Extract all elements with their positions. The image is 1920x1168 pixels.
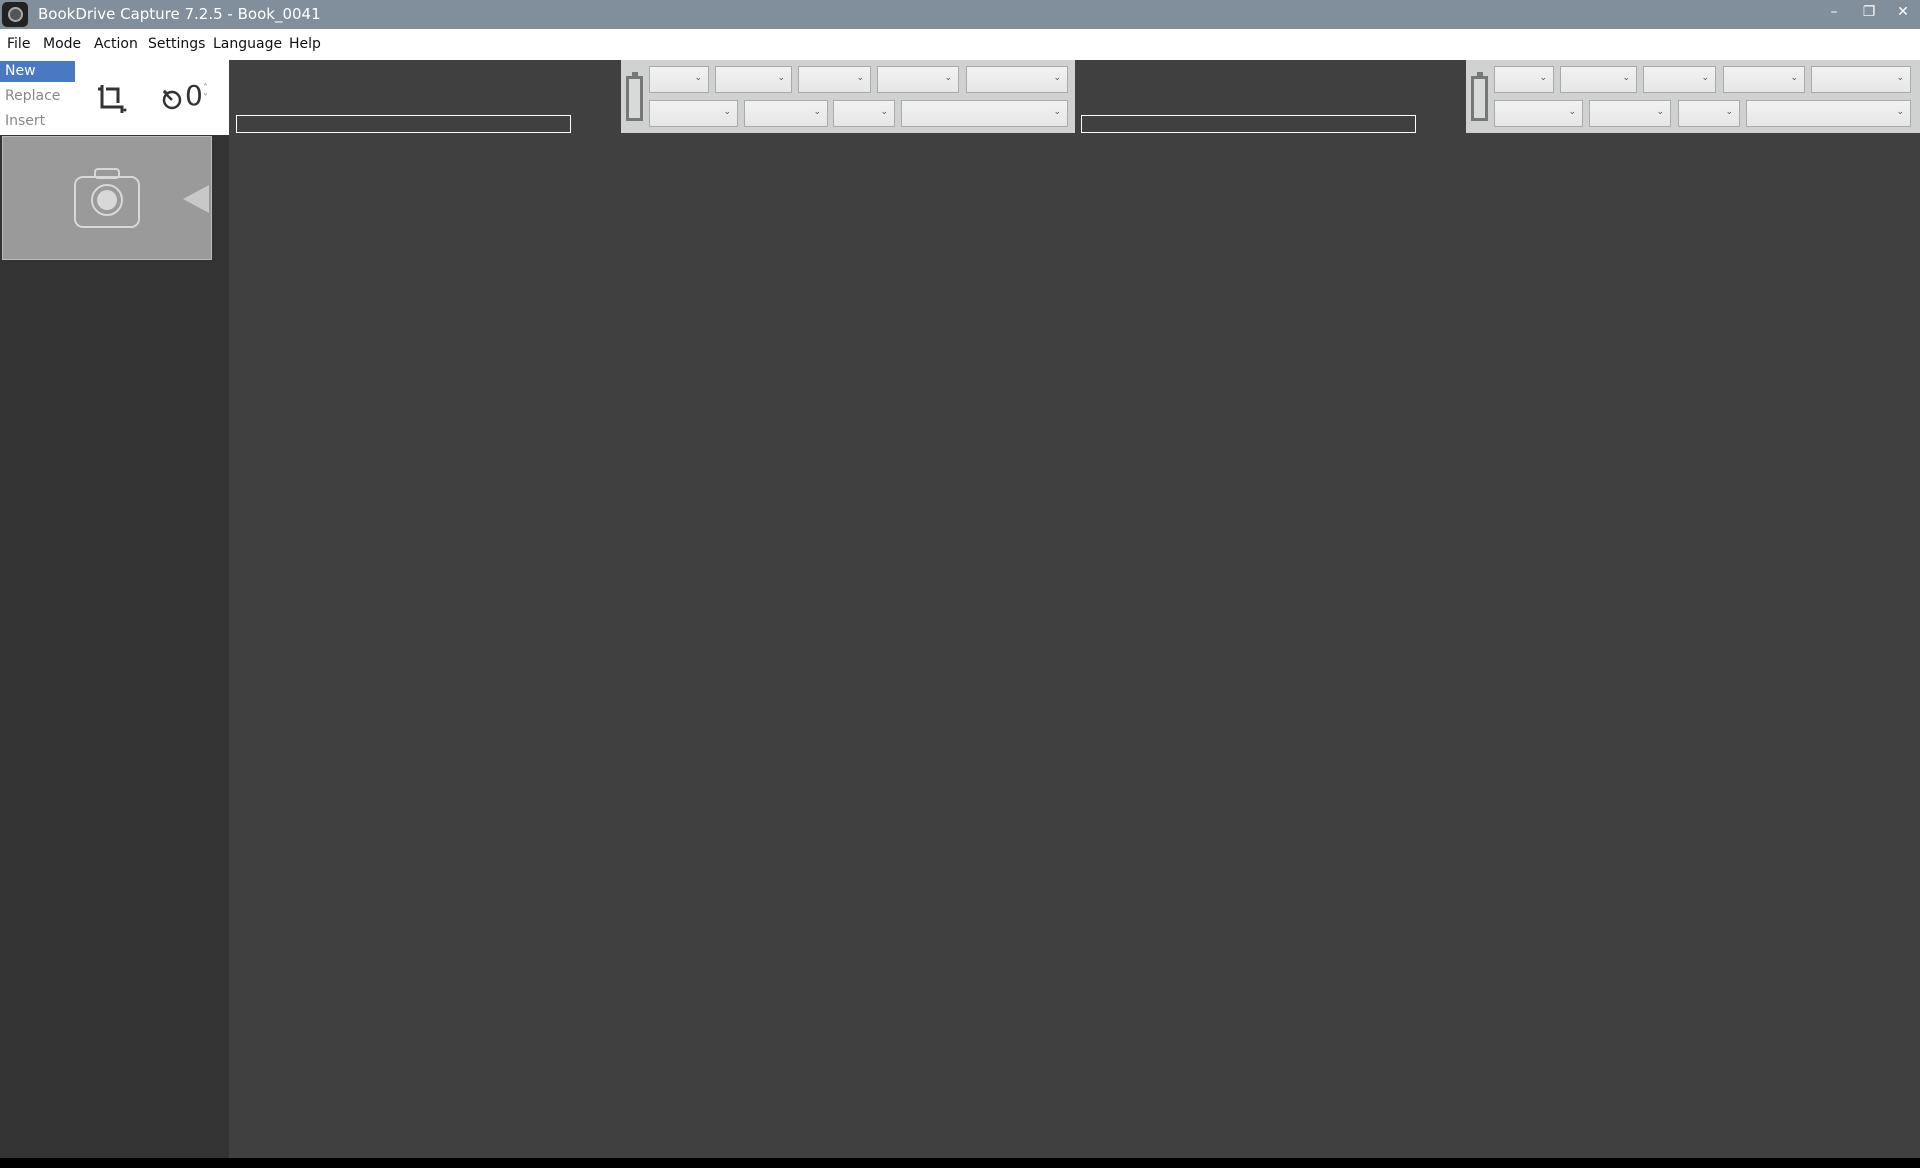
camera-setting-dropdown[interactable]: ⌄	[966, 66, 1068, 93]
chevron-down-icon: ⌄	[694, 73, 702, 83]
camera-setting-dropdown[interactable]: ⌄	[1678, 100, 1740, 127]
chevron-down-icon: ⌄	[1568, 107, 1576, 117]
chevron-down-icon: ⌄	[1539, 73, 1547, 83]
battery-icon	[1471, 72, 1488, 121]
camera-setting-dropdown[interactable]: ⌄	[1494, 66, 1554, 93]
chevron-down-icon: ⌄	[1622, 73, 1630, 83]
camera-setting-dropdown[interactable]: ⌄	[1643, 66, 1716, 93]
collapse-arrow-icon[interactable]	[181, 183, 211, 215]
chevron-down-icon: ⌄	[1053, 73, 1061, 83]
menu-action[interactable]: Action	[94, 36, 138, 52]
mode-panel: New Replace Insert 0 ˄ ˅	[0, 60, 229, 135]
camera-setting-dropdown[interactable]: ⌄	[1723, 66, 1805, 93]
camera-setting-dropdown[interactable]: ⌄	[1560, 66, 1637, 93]
mode-insert[interactable]: Insert	[0, 111, 75, 132]
camera-icon	[74, 168, 140, 228]
close-button[interactable]: ✕	[1892, 4, 1914, 20]
minimize-button[interactable]: –	[1823, 4, 1845, 20]
thumbnail-sidebar[interactable]	[0, 135, 229, 1158]
timer-stepper[interactable]: ˄ ˅	[203, 84, 208, 104]
mode-replace[interactable]: Replace	[0, 86, 75, 107]
camera-setting-dropdown[interactable]: ⌄	[901, 100, 1068, 127]
chevron-down-icon: ⌄	[1656, 107, 1664, 117]
camera-setting-dropdown[interactable]: ⌄	[1811, 66, 1911, 93]
right-camera-settings-panel: ⌄ ⌄ ⌄ ⌄ ⌄ ⌄ ⌄ ⌄ ⌄	[1466, 60, 1920, 133]
chevron-down-icon: ⌄	[1896, 73, 1904, 83]
chevron-down-icon: ⌄	[1053, 107, 1061, 117]
left-capture-progress	[236, 115, 571, 133]
chevron-down-icon: ⌄	[777, 73, 785, 83]
chevron-down-icon: ⌄	[944, 73, 952, 83]
camera-setting-dropdown[interactable]: ⌄	[649, 100, 738, 127]
title-bar: BookDrive Capture 7.2.5 - Book_0041 – ❐ …	[0, 0, 1920, 29]
menu-settings[interactable]: Settings	[148, 36, 205, 52]
crop-icon[interactable]	[96, 83, 128, 115]
taskbar	[0, 1158, 1920, 1168]
right-capture-progress	[1081, 115, 1416, 133]
stepper-down[interactable]: ˅	[203, 94, 208, 104]
chevron-down-icon: ⌄	[856, 73, 864, 83]
menu-file[interactable]: File	[7, 36, 30, 52]
capture-thumbnail[interactable]	[2, 136, 212, 260]
chevron-down-icon: ⌄	[723, 107, 731, 117]
menu-bar: File Mode Action Settings Language Help	[0, 29, 1920, 60]
camera-setting-dropdown[interactable]: ⌄	[744, 100, 828, 127]
camera-setting-dropdown[interactable]: ⌄	[649, 66, 709, 93]
camera-setting-dropdown[interactable]: ⌄	[877, 66, 959, 93]
chevron-down-icon: ⌄	[1790, 73, 1798, 83]
chevron-down-icon: ⌄	[1725, 107, 1733, 117]
timer-value[interactable]: 0	[185, 79, 203, 112]
camera-setting-dropdown[interactable]: ⌄	[1746, 100, 1911, 127]
mode-new[interactable]: New	[0, 61, 75, 82]
camera-setting-dropdown[interactable]: ⌄	[798, 66, 871, 93]
chevron-down-icon: ⌄	[880, 107, 888, 117]
camera-setting-dropdown[interactable]: ⌄	[833, 100, 895, 127]
chevron-down-icon: ⌄	[813, 107, 821, 117]
camera-setting-dropdown[interactable]: ⌄	[715, 66, 792, 93]
app-camera-icon	[2, 2, 28, 27]
chevron-down-icon: ⌄	[1701, 73, 1709, 83]
battery-icon	[626, 72, 643, 121]
window-title: BookDrive Capture 7.2.5 - Book_0041	[38, 5, 321, 23]
menu-language[interactable]: Language	[213, 36, 282, 52]
camera-setting-dropdown[interactable]: ⌄	[1494, 100, 1583, 127]
left-camera-settings-panel: ⌄ ⌄ ⌄ ⌄ ⌄ ⌄ ⌄ ⌄ ⌄	[621, 60, 1075, 133]
menu-mode[interactable]: Mode	[43, 36, 81, 52]
camera-setting-dropdown[interactable]: ⌄	[1589, 100, 1671, 127]
chevron-down-icon: ⌄	[1896, 107, 1904, 117]
menu-help[interactable]: Help	[289, 36, 321, 52]
timer-icon	[162, 90, 182, 110]
restore-button[interactable]: ❐	[1858, 4, 1880, 20]
